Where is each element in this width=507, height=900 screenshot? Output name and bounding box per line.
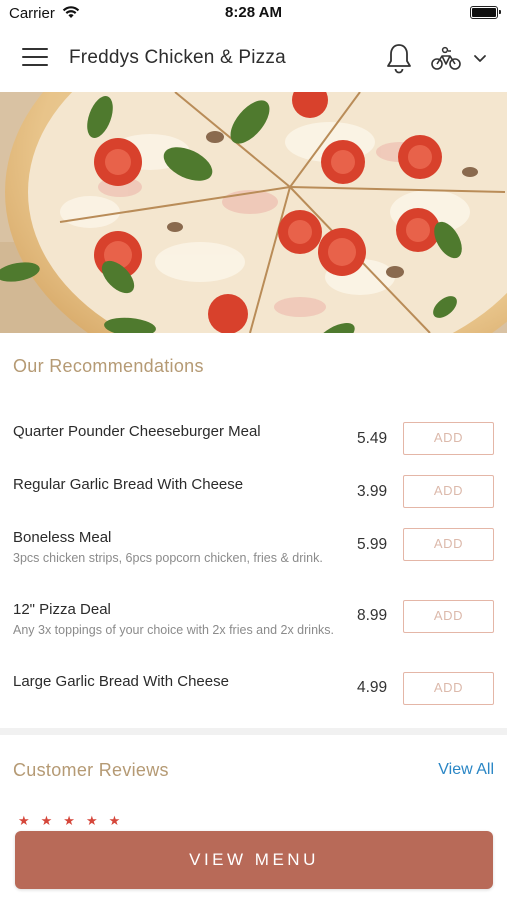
item-price: 4.99 <box>357 679 388 696</box>
app-header: Freddys Chicken & Pizza <box>0 26 507 92</box>
status-bar: Carrier 8:28 AM <box>0 0 507 26</box>
item-price: 5.99 <box>357 536 388 553</box>
chevron-down-icon[interactable] <box>472 52 488 64</box>
section-divider <box>0 728 507 735</box>
clock: 8:28 AM <box>225 4 282 21</box>
list-item: Quarter Pounder Cheeseburger Meal 5.49 A… <box>13 422 494 455</box>
list-item: Large Garlic Bread With Cheese 4.99 ADD <box>13 672 494 705</box>
add-button[interactable]: ADD <box>403 600 494 633</box>
add-button[interactable]: ADD <box>403 672 494 705</box>
item-description: Any 3x toppings of your choice with 2x f… <box>13 623 334 637</box>
bell-icon[interactable] <box>385 42 413 74</box>
item-description: 3pcs chicken strips, 6pcs popcorn chicke… <box>13 551 323 565</box>
hero-pizza-image <box>0 92 507 333</box>
item-price: 5.49 <box>357 430 388 447</box>
list-item: Regular Garlic Bread With Cheese 3.99 AD… <box>13 475 494 508</box>
menu-icon[interactable] <box>22 48 48 70</box>
list-item: 12" Pizza Deal Any 3x toppings of your c… <box>13 600 494 639</box>
add-button[interactable]: ADD <box>403 475 494 508</box>
bike-icon[interactable] <box>430 46 462 72</box>
reviews-title: Customer Reviews <box>13 760 169 780</box>
item-price: 8.99 <box>357 607 388 624</box>
restaurant-title: Freddys Chicken & Pizza <box>69 47 286 68</box>
review-stars: ★★★★★ <box>18 813 132 828</box>
item-price: 3.99 <box>357 483 388 500</box>
view-menu-button[interactable]: VIEW MENU <box>15 831 493 889</box>
add-button[interactable]: ADD <box>403 422 494 455</box>
add-button[interactable]: ADD <box>403 528 494 561</box>
battery-icon <box>470 6 501 19</box>
view-all-link[interactable]: View All <box>438 761 494 779</box>
list-item: Boneless Meal 3pcs chicken strips, 6pcs … <box>13 528 494 567</box>
recommendations-title: Our Recommendations <box>13 356 204 376</box>
